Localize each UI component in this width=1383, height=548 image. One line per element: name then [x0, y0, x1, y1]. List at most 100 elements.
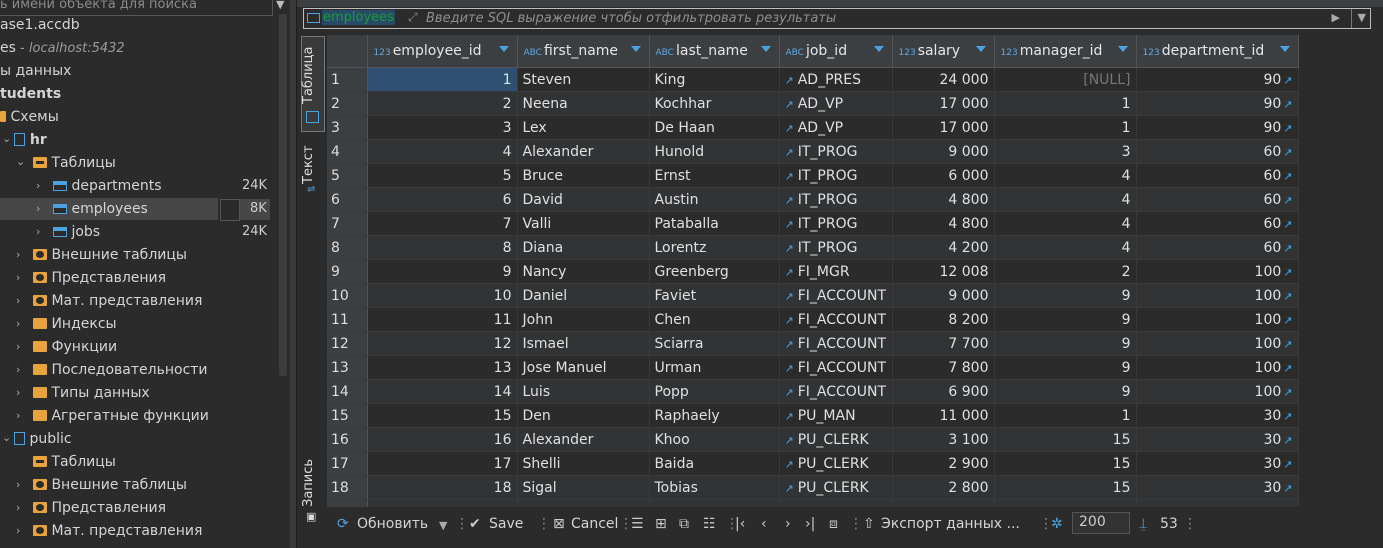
cell-manager-id[interactable]: 4	[994, 211, 1137, 236]
fk-link-icon[interactable]: ↗	[785, 482, 794, 495]
fetch-all-icon[interactable]: ⧈	[829, 516, 838, 532]
row-number[interactable]: 16	[327, 427, 368, 452]
fk-link-icon[interactable]: ↗	[1283, 266, 1292, 279]
fk-link-icon[interactable]: ↗	[785, 266, 794, 279]
cell-manager-id[interactable]: 9	[994, 331, 1137, 356]
cell-employee-id[interactable]: 18	[367, 475, 518, 500]
tree-item-mat-views[interactable]: Мат. представления	[33, 290, 202, 312]
cell-employee-id[interactable]: 8	[367, 235, 518, 260]
tree-item-indexes[interactable]: Индексы	[33, 313, 117, 335]
cell-last-name[interactable]: Lorentz	[649, 235, 780, 260]
cell-first-name[interactable]: Alexander	[517, 427, 650, 452]
fk-link-icon[interactable]: ↗	[785, 146, 794, 159]
cell-first-name[interactable]: Lex	[517, 115, 650, 140]
cell-manager-id[interactable]: 9	[994, 283, 1137, 308]
cell-first-name[interactable]: David	[517, 187, 650, 212]
first-page-icon[interactable]: |‹	[735, 516, 745, 532]
cell-employee-id[interactable]: 2	[367, 91, 518, 116]
cell-job-id[interactable]: ↗ IT_PROG	[779, 211, 893, 236]
tree-item-data-types[interactable]: Типы данных	[33, 382, 150, 404]
fk-link-icon[interactable]: ↗	[1283, 434, 1292, 447]
cell-manager-id[interactable]: 4	[994, 235, 1137, 260]
cell-first-name[interactable]: Steven	[517, 67, 650, 92]
cell-salary[interactable]: 2 800	[892, 475, 995, 500]
sort-icon[interactable]	[873, 46, 884, 52]
cell-job-id[interactable]: ↗ AD_VP	[779, 115, 893, 140]
cell-job-id[interactable]: ↗ FI_ACCOUNT	[779, 331, 893, 356]
cell-department-id[interactable]: 30 ↗	[1136, 403, 1299, 428]
row-number[interactable]: 12	[327, 331, 368, 356]
chevron-right-icon[interactable]: ›	[16, 248, 20, 261]
cell-manager-id[interactable]: 9	[994, 355, 1137, 380]
sort-icon[interactable]	[1279, 46, 1290, 52]
cell-employee-id[interactable]: 16	[367, 427, 518, 452]
row-number[interactable]: 14	[327, 379, 368, 404]
cell-manager-id[interactable]: 2	[994, 259, 1137, 284]
fk-link-icon[interactable]: ↗	[785, 122, 794, 135]
refresh-dropdown-icon[interactable]: ▼	[439, 519, 447, 532]
fk-link-icon[interactable]: ↗	[1283, 338, 1292, 351]
row-number[interactable]: 3	[327, 115, 368, 140]
cell-department-id[interactable]: 100 ↗	[1136, 259, 1299, 284]
add-row-icon[interactable]: ⊞	[655, 516, 667, 532]
sort-icon[interactable]	[760, 46, 771, 52]
chevron-right-icon[interactable]: ›	[16, 524, 20, 537]
expand-icon[interactable]: ⤢	[408, 10, 418, 25]
chevron-right-icon[interactable]: ›	[16, 386, 20, 399]
row-number[interactable]: 10	[327, 283, 368, 308]
cell-job-id[interactable]: ↗ FI_ACCOUNT	[779, 307, 893, 332]
fk-link-icon[interactable]: ↗	[785, 338, 794, 351]
cell-salary[interactable]: 8 200	[892, 307, 995, 332]
row-number[interactable]: 17	[327, 451, 368, 476]
previous-page-icon[interactable]: ‹	[761, 516, 767, 532]
cell-employee-id[interactable]: 17	[367, 451, 518, 476]
table-row[interactable]: 14 14 Luis Popp ↗ FI_ACCOUNT 6 900 9 100 ↗	[327, 379, 1383, 404]
cell-employee-id[interactable]: 12	[367, 331, 518, 356]
cell-employee-id[interactable]: 11	[367, 307, 518, 332]
cell-last-name[interactable]: De Haan	[649, 115, 780, 140]
cell-salary[interactable]: 11 000	[892, 403, 995, 428]
tab-record[interactable]: Запись	[301, 456, 325, 510]
cell-job-id[interactable]: ↗ AD_VP	[779, 91, 893, 116]
cell-last-name[interactable]: Popp	[649, 379, 780, 404]
cell-job-id[interactable]: ↗ IT_PROG	[779, 139, 893, 164]
table-cell[interactable]	[1136, 499, 1299, 507]
sort-icon[interactable]	[498, 46, 509, 52]
chevron-right-icon[interactable]: ›	[16, 478, 20, 491]
table-row[interactable]: 17 17 Shelli Baida ↗ PU_CLERK 2 900 15 30 ↗	[327, 451, 1383, 476]
cell-last-name[interactable]: Faviet	[649, 283, 780, 308]
chevron-right-icon[interactable]: ›	[16, 294, 20, 307]
tree-item-sequences[interactable]: Последовательности	[33, 359, 208, 381]
cell-job-id[interactable]: ↗ FI_ACCOUNT	[779, 355, 893, 380]
fk-link-icon[interactable]: ↗	[785, 386, 794, 399]
cell-salary[interactable]: 7 700	[892, 331, 995, 356]
table-row[interactable]: 18 18 Sigal Tobias ↗ PU_CLERK 2 800 15 30 ↗	[327, 475, 1383, 500]
cell-last-name[interactable]: Chen	[649, 307, 780, 332]
fk-link-icon[interactable]: ↗	[1283, 170, 1292, 183]
table-row[interactable]: 13 13 Jose Manuel Urman ↗ FI_ACCOUNT 7 800 9 100…	[327, 355, 1383, 380]
fk-link-icon[interactable]: ↗	[1283, 290, 1292, 303]
chevron-right-icon[interactable]: ›	[16, 501, 20, 514]
cell-first-name[interactable]: Nancy	[517, 259, 650, 284]
table-cell[interactable]	[649, 499, 780, 507]
fk-link-icon[interactable]: ↗	[785, 290, 794, 303]
cell-salary[interactable]: 17 000	[892, 115, 995, 140]
cell-job-id[interactable]: ↗ PU_MAN	[779, 403, 893, 428]
tree-item-databases[interactable]: ы данных	[0, 60, 71, 82]
cell-salary[interactable]: 12 008	[892, 259, 995, 284]
row-number[interactable]: 18	[327, 475, 368, 500]
apply-filter-icon[interactable]: ▶	[1332, 11, 1340, 24]
cell-employee-id[interactable]: 4	[367, 139, 518, 164]
fk-link-icon[interactable]: ↗	[785, 458, 794, 471]
column-header[interactable]: ABC job_id	[779, 35, 893, 68]
fk-link-icon[interactable]: ↗	[1283, 242, 1292, 255]
tree-item-departments[interactable]: departments	[53, 175, 162, 197]
cell-department-id[interactable]: 100 ↗	[1136, 355, 1299, 380]
table-row[interactable]: 4 4 Alexander Hunold ↗ IT_PROG 9 000 3 60 ↗	[327, 139, 1383, 164]
row-number[interactable]: 4	[327, 139, 368, 164]
chevron-right-icon[interactable]: ›	[36, 179, 40, 192]
cell-department-id[interactable]: 60 ↗	[1136, 139, 1299, 164]
cell-manager-id[interactable]: [NULL]	[994, 67, 1137, 92]
tree-item-public-foreign-tables[interactable]: Внешние таблицы	[33, 474, 187, 496]
cell-employee-id[interactable]: 5	[367, 163, 518, 188]
